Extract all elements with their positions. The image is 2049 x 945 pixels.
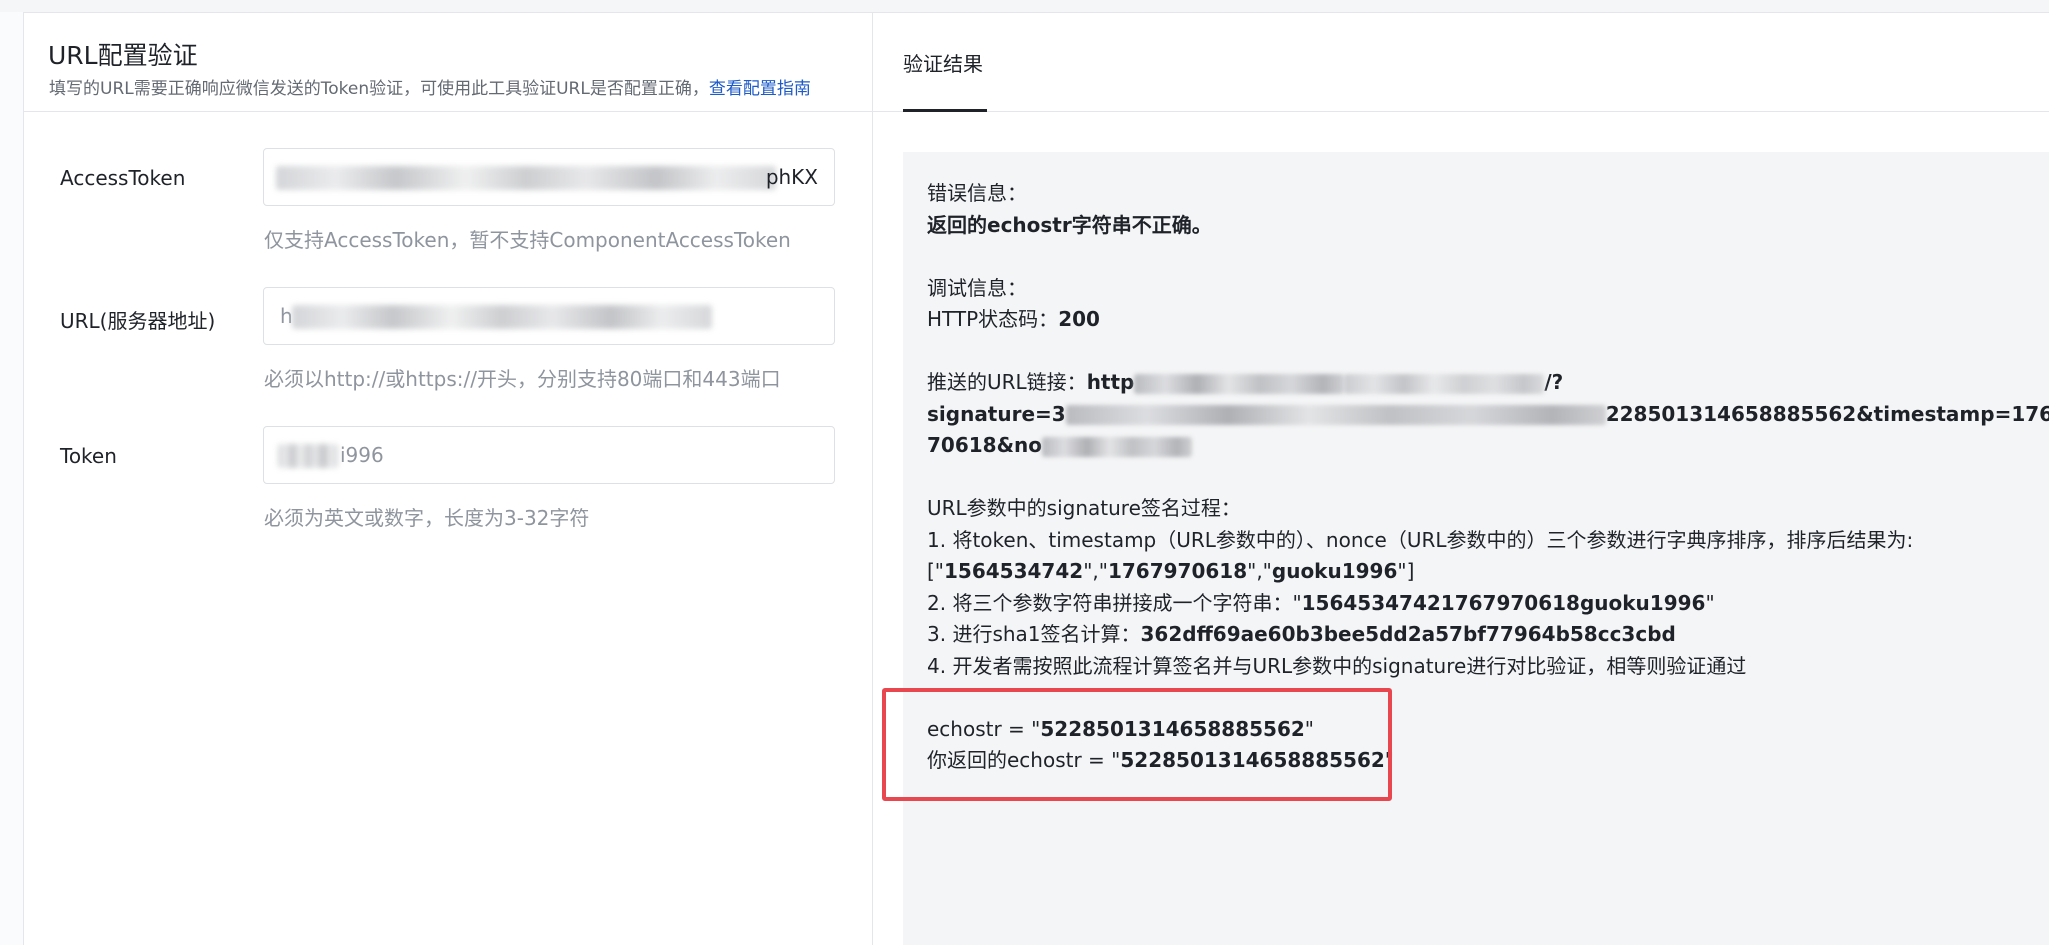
pushed-url-line-2: signature=3 228501314658885562&timestamp=… — [927, 401, 2049, 426]
pushed-url-line-3: 70618&no — [927, 430, 2049, 462]
redacted-value — [278, 444, 338, 468]
step-4: 4. 开发者需按照此流程计算签名并与URL参数中的signature进行对比验证… — [927, 653, 1747, 678]
result-panel: 验证结果 错误信息： 返回的echostr字符串不正确。 调试信息： HTTP状… — [873, 12, 2049, 945]
error-message: 返回的echostr字符串不正确。 — [927, 212, 1212, 237]
step-1: 1. 将token、timestamp（URL参数中的）、nonce（URL参数… — [927, 527, 1914, 552]
redacted-value — [276, 166, 776, 190]
echostr-highlight-box — [882, 688, 1392, 801]
error-label: 错误信息： — [927, 181, 1027, 205]
tab-verify-result[interactable]: 验证结果 — [903, 48, 983, 77]
accesstoken-hint: 仅支持AccessToken，暂不支持ComponentAccessToken — [264, 228, 791, 252]
redacted-nonce — [1042, 436, 1192, 457]
url-visible-head: h — [280, 304, 293, 328]
step-3: 3. 进行sha1签名计算：362dff69ae60b3bee5dd2a57bf… — [927, 622, 1676, 646]
result-content: 错误信息： 返回的echostr字符串不正确。 调试信息： HTTP状态码：20… — [927, 178, 2049, 777]
step-2: 2. 将三个参数字符串拼接成一个字符串："1564534742176797061… — [927, 590, 1715, 615]
pushed-url-line-1: 推送的URL链接：http/? — [927, 370, 1564, 394]
accesstoken-input[interactable]: phKX — [263, 148, 835, 206]
redacted-signature — [1065, 405, 1606, 425]
redacted-url — [1344, 373, 1545, 394]
page-description: 填写的URL需要正确响应微信发送的Token验证，可使用此工具验证URL是否配置… — [49, 74, 811, 99]
token-label: Token — [60, 444, 117, 468]
url-config-panel: URL配置验证 填写的URL需要正确响应微信发送的Token验证，可使用此工具验… — [24, 12, 873, 945]
config-guide-link[interactable]: 查看配置指南 — [709, 79, 811, 99]
left-gutter — [0, 12, 24, 945]
token-hint: 必须为英文或数字，长度为3-32字符 — [264, 506, 590, 530]
http-status: HTTP状态码：200 — [927, 307, 1100, 331]
active-tab-indicator — [903, 109, 987, 112]
debug-label: 调试信息： — [927, 275, 1027, 300]
step-1-result: ["1564534742","1767970618","guoku1996"] — [927, 559, 1415, 583]
redacted-value — [292, 305, 712, 329]
description-text: 填写的URL需要正确响应微信发送的Token验证，可使用此工具验证URL是否配置… — [49, 79, 709, 99]
result-tabs: 验证结果 — [873, 12, 2049, 112]
redacted-url — [1134, 373, 1345, 394]
result-box: 错误信息： 返回的echostr字符串不正确。 调试信息： HTTP状态码：20… — [903, 152, 2049, 945]
url-label: URL(服务器地址) — [60, 309, 216, 333]
accesstoken-visible-tail: phKX — [765, 165, 818, 189]
panel-header: URL配置验证 填写的URL需要正确响应微信发送的Token验证，可使用此工具验… — [24, 12, 872, 112]
page-title: URL配置验证 — [48, 41, 198, 70]
token-visible-tail: i996 — [340, 443, 384, 467]
url-input[interactable]: h — [263, 287, 835, 345]
signature-title: URL参数中的signature签名过程： — [927, 496, 1241, 520]
accesstoken-label: AccessToken — [60, 166, 186, 190]
url-hint: 必须以http://或https://开头，分别支持80端口和443端口 — [264, 367, 781, 391]
token-input[interactable]: i996 — [263, 426, 835, 484]
